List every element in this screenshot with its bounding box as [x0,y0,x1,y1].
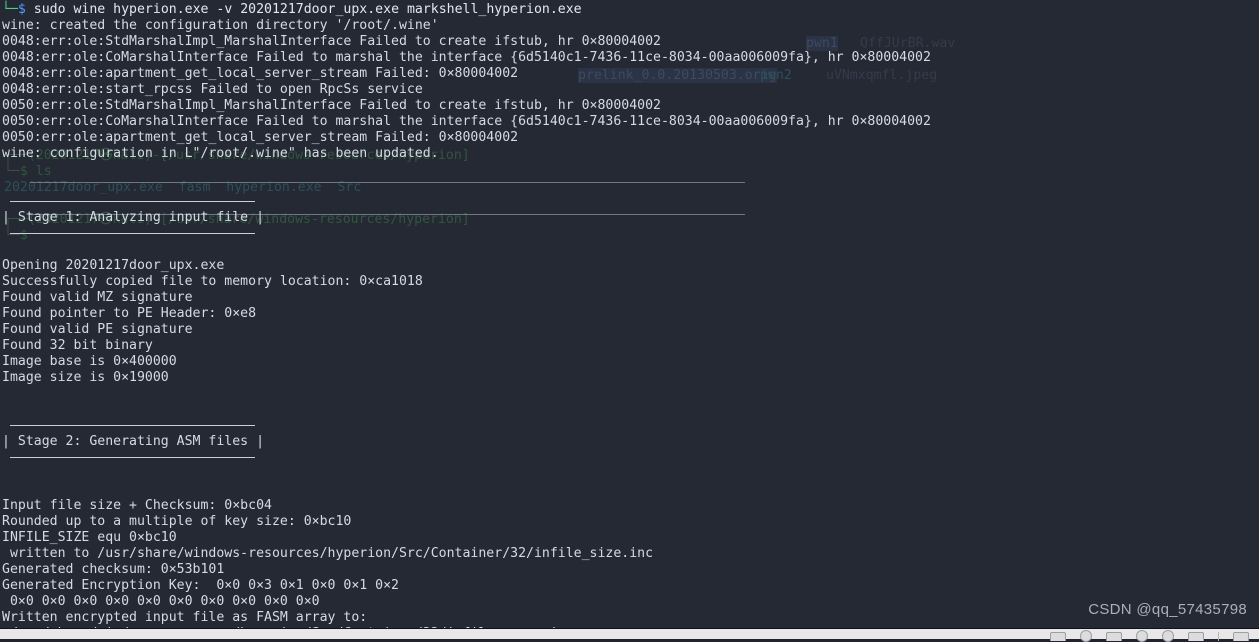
banner-rule-line [10,425,255,426]
terminal-output-line: Image size is 0×19000 [2,370,169,385]
terminal-output-line: 0048:err:ole:apartment_get_local_server_… [2,66,519,81]
csdn-watermark: CSDN @qq_57435798 [1088,601,1247,618]
banner-rule-line [10,233,255,234]
terminal-output-line: 0050:err:ole:StdMarshalImpl_MarshalInter… [2,98,661,113]
terminal-output-line: Found valid PE signature [2,322,193,337]
terminal-output-line: Successfully copied file to memory locat… [2,274,423,289]
terminal-output-line: Found 32 bit binary [2,338,153,353]
prompt-corner-icon: └─ [2,2,18,17]
volume-icon[interactable] [1080,630,1092,642]
banner-rule-line [10,457,255,458]
terminal-output-line: Opening 20201217door_upx.exe [2,258,225,273]
clock-icon[interactable] [1162,630,1174,642]
terminal-output-line: 0048:err:ole:StdMarshalImpl_MarshalInter… [2,34,661,49]
app-icon[interactable] [1188,631,1204,641]
terminal-command[interactable]: sudo wine hyperion.exe -v 20201217door_u… [26,2,582,17]
terminal-output-line: Found pointer to PE Header: 0×e8 [2,306,257,321]
terminal-output-line: 0×0 0×0 0×0 0×0 0×0 0×0 0×0 0×0 0×0 0×0 [2,594,320,609]
prompt-symbol: $ [17,2,26,17]
terminal-output-line: 0050:err:ole:apartment_get_local_server_… [2,130,519,145]
terminal-output-line: | Stage 2: Generating ASM files | [2,434,265,449]
banner-rule [0,226,1259,242]
window-icon[interactable] [1233,631,1249,641]
terminal-prompt-line[interactable]: └─$ sudo wine hyperion.exe -v 20201217do… [0,2,1259,18]
banner-rule [0,418,1259,434]
terminal-output-line: Generated Encryption Key: 0×0 0×3 0×1 0×… [2,578,399,593]
terminal-output-line: wine: created the configuration director… [2,18,439,33]
terminal-output-line: INFILE_SIZE equ 0×bc10 [2,530,177,545]
desktop-taskbar[interactable] [0,628,1259,642]
terminal-output-line: Input file size + Checksum: 0×bc04 [2,498,272,513]
tray-divider [1218,631,1219,641]
keyboard-icon[interactable] [1136,630,1148,642]
banner-rule-line [10,201,255,202]
terminal-scrollback[interactable]: └─$ sudo wine hyperion.exe -v 20201217do… [0,0,1259,628]
terminal-output-line: 0048:err:ole:CoMarshalInterface Failed t… [2,50,931,65]
system-tray[interactable] [1050,630,1249,642]
terminal-output-line: | Stage 1: Analyzing input file | [2,210,265,225]
terminal-output-line: wine: configuration in L"/root/.wine" ha… [2,146,439,161]
terminal-output-line: 0048:err:ole:start_rpcss Failed to open … [2,82,423,97]
banner-rule [0,194,1259,210]
terminal-output-line: Found valid MZ signature [2,290,193,305]
terminal-window[interactable]: pwn1 QffJUrBR.wav prelink_0.0.20130503.ori… [0,0,1259,628]
terminal-output-line: Rounded up to a multiple of key size: 0×… [2,514,352,529]
terminal-output-line: Generated checksum: 0×53b101 [2,562,225,577]
terminal-output-line: Image base is 0×400000 [2,354,177,369]
terminal-output-line: Written encrypted input file as FASM arr… [2,610,368,625]
terminal-output-line: 0050:err:ole:CoMarshalInterface Failed t… [2,114,931,129]
network-icon[interactable] [1050,631,1066,641]
banner-rule [0,450,1259,466]
battery-icon[interactable] [1106,631,1122,641]
terminal-output-line: written to /usr/share/windows-resources/… [2,546,654,561]
